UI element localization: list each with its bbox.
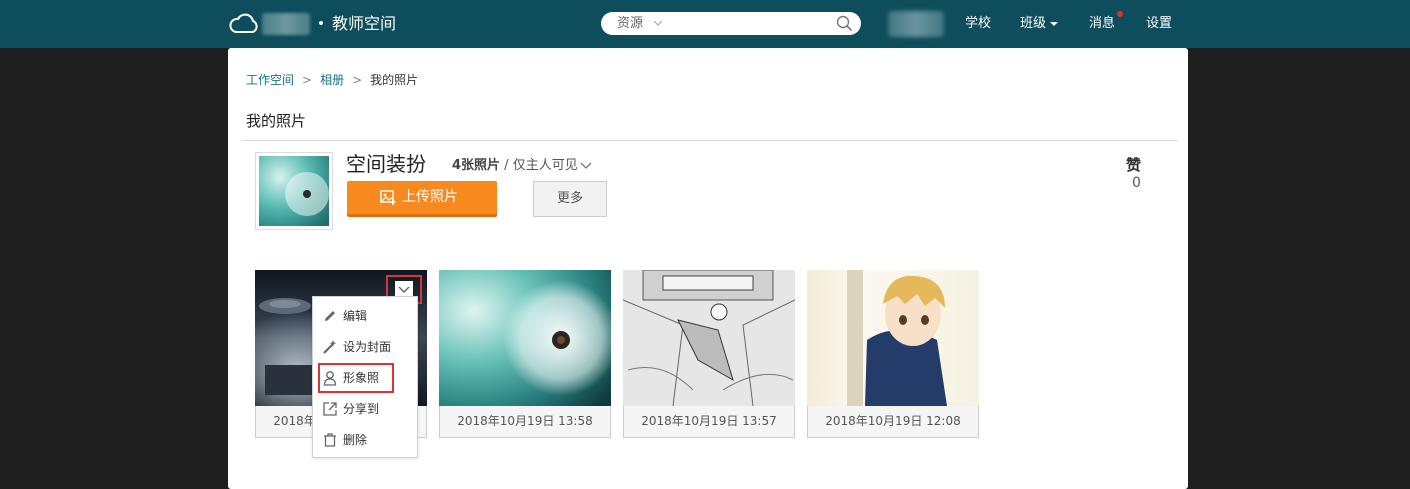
photo-menu-toggle-bg <box>395 281 413 297</box>
menu-item-label: 编辑 <box>343 309 368 323</box>
notification-dot <box>1117 11 1123 17</box>
cloud-logo-icon[interactable] <box>228 12 260 34</box>
dandelion-thumbnail-image <box>259 156 329 226</box>
image-upload-icon <box>380 190 396 205</box>
menu-item-delete[interactable]: 删除 <box>313 427 417 453</box>
nav-class[interactable]: 班级 <box>1020 15 1059 33</box>
breadcrumb: 工作空间 > 相册 > 我的照片 <box>246 72 418 88</box>
meta-separator: / <box>500 158 513 173</box>
photo-actions-menu: 编辑 设为封面 形象照 分享到 删除 <box>312 296 418 458</box>
photo-date: 2018年10月19日 12:08 <box>807 406 979 438</box>
album-meta: 4张照片 / 仅主人可见 <box>452 157 592 175</box>
photo-card[interactable]: 2018年10月19日 12:08 <box>807 270 979 438</box>
avatar-item-highlight <box>318 363 394 393</box>
search-bar[interactable]: 资源 <box>601 12 861 35</box>
site-title[interactable]: 教师空间 <box>332 13 396 35</box>
nav-settings[interactable]: 设置 <box>1146 15 1172 33</box>
photo-image[interactable] <box>439 270 611 406</box>
menu-item-label: 分享到 <box>343 402 380 416</box>
photo-image[interactable] <box>623 270 795 406</box>
visibility-select[interactable]: 仅主人可见 <box>513 158 578 173</box>
page-title: 我的照片 <box>246 112 307 130</box>
breadcrumb-separator: > <box>302 73 313 87</box>
album-cover-thumbnail[interactable] <box>255 152 333 230</box>
photo-count: 4张照片 <box>452 158 501 173</box>
breadcrumb-workspace[interactable]: 工作空间 <box>246 73 294 87</box>
menu-item-label: 删除 <box>343 433 368 447</box>
photo-card[interactable]: 2018年10月19日 13:58 <box>439 270 611 438</box>
likes-count: 0 <box>1132 175 1141 191</box>
menu-item-share[interactable]: 分享到 <box>313 396 417 422</box>
dandelion-image <box>439 270 611 406</box>
photo-card[interactable]: 2018年10月19日 13:57 <box>623 270 795 438</box>
trash-icon <box>324 433 336 447</box>
album-name: 空间装扮 <box>346 152 426 176</box>
photo-image[interactable] <box>807 270 979 406</box>
upload-photo-button[interactable]: 上传照片 <box>347 181 497 217</box>
menu-item-label: 设为封面 <box>343 340 392 354</box>
breadcrumb-album[interactable]: 相册 <box>320 73 344 87</box>
search-icon[interactable] <box>836 15 853 32</box>
magic-wand-icon <box>323 340 337 354</box>
breadcrumb-separator: > <box>352 73 363 87</box>
photo-date: 2018年10月19日 13:57 <box>623 406 795 438</box>
nav-class-label: 班级 <box>1020 16 1047 31</box>
nav-messages[interactable]: 消息 <box>1089 15 1115 33</box>
title-dot <box>319 21 323 25</box>
pencil-icon <box>325 311 335 321</box>
main-panel: 工作空间 > 相册 > 我的照片 我的照片 空间装扮 4张照片 / 仅主人可见 上传照片… <box>228 48 1188 489</box>
search-category-select[interactable]: 资源 <box>617 15 643 32</box>
divider <box>242 140 1178 141</box>
upload-photo-label: 上传照片 <box>402 189 458 205</box>
photo-date: 2018年10月19日 13:58 <box>439 406 611 438</box>
chevron-down-icon[interactable] <box>580 161 592 171</box>
likes-label[interactable]: 赞 <box>1126 154 1141 175</box>
menu-item-edit[interactable]: 编辑 <box>313 303 417 329</box>
manga-sketch-image <box>623 270 795 406</box>
more-button[interactable]: 更多 <box>533 181 607 217</box>
user-name-blurred[interactable] <box>888 11 944 37</box>
caret-down-icon <box>1050 21 1059 26</box>
school-name-blurred <box>262 13 310 35</box>
top-nav-bar: 教师空间 资源 学校 班级 消息 设置 <box>0 0 1410 48</box>
breadcrumb-current: 我的照片 <box>370 73 419 87</box>
nav-school[interactable]: 学校 <box>965 15 991 33</box>
chevron-down-icon <box>653 20 663 26</box>
menu-item-set-cover[interactable]: 设为封面 <box>313 334 417 360</box>
chevron-down-icon <box>398 286 410 293</box>
anime-boy-image <box>807 270 979 406</box>
share-external-icon <box>323 402 337 416</box>
